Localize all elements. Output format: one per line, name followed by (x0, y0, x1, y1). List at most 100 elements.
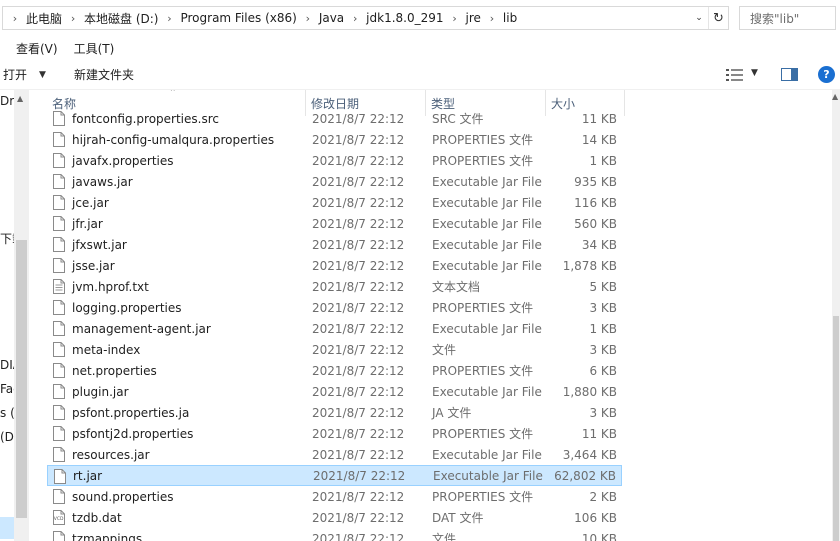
file-row[interactable]: jsse.jar 2021/8/7 22:12 Executable Jar Fil… (47, 255, 622, 276)
file-modified-date: 2021/8/7 22:12 (312, 111, 405, 126)
file-type: Executable Jar File (432, 195, 542, 210)
file-row[interactable]: plugin.jar 2021/8/7 22:12 Executable Jar F… (47, 381, 622, 402)
change-view-icon[interactable] (726, 68, 744, 82)
nav-selected-item[interactable] (0, 517, 14, 539)
file-row[interactable]: psfontj2d.properties 2021/8/7 22:12 PROPER… (47, 423, 622, 444)
file-icon (53, 426, 65, 441)
view-options-dropdown-icon[interactable]: ▼ (751, 68, 758, 78)
file-row[interactable]: tzmappings 2021/8/7 22:12 文件 10 KB (47, 528, 622, 541)
nav-tree-item-label[interactable]: Dr (0, 94, 14, 108)
file-name: tzdb.dat (72, 510, 122, 525)
file-row[interactable]: management-agent.jar 2021/8/7 22:12 Execut… (47, 318, 622, 339)
file-modified-date: 2021/8/7 22:12 (312, 132, 405, 147)
address-history-dropdown-icon[interactable]: ⌄ (690, 7, 708, 29)
file-row[interactable]: jfr.jar 2021/8/7 22:12 Executable Jar File… (47, 213, 622, 234)
file-modified-date: 2021/8/7 22:12 (312, 258, 405, 273)
file-type: 文件 (432, 343, 457, 357)
address-bar[interactable]: › 此电脑 › 本地磁盘 (D:) › Program Files (x86) › Java ›… (2, 6, 729, 30)
file-size: 62,802 KB (554, 468, 616, 483)
file-size: 1 KB (589, 153, 617, 168)
file-type: Executable Jar File (432, 384, 542, 399)
file-modified-date: 2021/8/7 22:12 (312, 300, 405, 315)
breadcrumb-item[interactable]: jre (463, 11, 484, 25)
file-modified-date: 2021/8/7 22:12 (312, 321, 405, 336)
file-icon (53, 195, 65, 210)
breadcrumb-item[interactable]: 本地磁盘 (D:) (81, 10, 161, 27)
breadcrumb-chevron-icon[interactable]: › (161, 12, 177, 25)
file-row[interactable]: resources.jar 2021/8/7 22:12 Executable Ja… (47, 444, 622, 465)
nav-tree-item-label[interactable]: Fac (0, 382, 14, 396)
breadcrumb-chevron-icon[interactable]: › (300, 12, 316, 25)
breadcrumb: › 此电脑 › 本地磁盘 (D:) › Program Files (x86) › Java ›… (3, 7, 690, 29)
file-row[interactable]: hijrah-config-umalqura.properties 2021/8/… (47, 129, 622, 150)
file-row-selected[interactable]: rt.jar 2021/8/7 22:12 Executable Jar File 6… (47, 465, 622, 486)
navigation-pane[interactable]: Dr 下载 DIA Fac s ( (D (0, 90, 14, 541)
help-icon[interactable]: ? (818, 66, 835, 83)
search-input[interactable]: 搜索"lib" (739, 6, 836, 30)
file-modified-date: 2021/8/7 22:12 (312, 153, 405, 168)
file-type: PROPERTIES 文件 (432, 301, 534, 315)
breadcrumb-chevron-icon[interactable]: › (65, 12, 81, 25)
nav-pane-scrollbar[interactable]: ▲ (14, 90, 29, 541)
file-row[interactable]: logging.properties 2021/8/7 22:12 PROPERTI… (47, 297, 622, 318)
file-row[interactable]: jce.jar 2021/8/7 22:12 Executable Jar File… (47, 192, 622, 213)
file-name: psfont.properties.ja (72, 405, 190, 420)
breadcrumb-chevron-icon[interactable]: › (7, 12, 23, 25)
file-name: fontconfig.properties.src (72, 111, 219, 126)
breadcrumb-item[interactable]: lib (500, 11, 520, 25)
nav-scroll-thumb[interactable] (16, 240, 27, 518)
open-button[interactable]: 打开 (3, 66, 27, 83)
breadcrumb-item[interactable]: 此电脑 (23, 10, 65, 27)
refresh-icon[interactable]: ↻ (708, 7, 728, 29)
file-size: 34 KB (581, 237, 617, 252)
file-name: tzmappings (72, 531, 143, 541)
nav-tree-item-label[interactable]: DIA (0, 358, 14, 372)
file-name: sound.properties (72, 489, 174, 504)
file-name: jfr.jar (72, 216, 103, 231)
file-row[interactable]: psfont.properties.ja 2021/8/7 22:12 JA 文件 3… (47, 402, 622, 423)
file-row[interactable]: VCD tzdb.dat 2021/8/7 22:12 DAT 文件 106 KB (47, 507, 622, 528)
file-type: Executable Jar File (432, 237, 542, 252)
file-list-view[interactable]: ⌃ 名称 修改日期 类型 大小 fontconfig.properties.sr… (29, 90, 832, 541)
file-list-scrollbar[interactable]: ▲ (832, 90, 840, 541)
file-modified-date: 2021/8/7 22:12 (312, 342, 405, 357)
file-row[interactable]: meta-index 2021/8/7 22:12 文件 3 KB (47, 339, 622, 360)
file-row[interactable]: jfxswt.jar 2021/8/7 22:12 Executable Jar F… (47, 234, 622, 255)
file-modified-date: 2021/8/7 22:12 (312, 363, 405, 378)
file-row[interactable]: fontconfig.properties.src 2021/8/7 22:12 S… (47, 108, 622, 129)
file-name: jce.jar (72, 195, 109, 210)
breadcrumb-item[interactable]: jdk1.8.0_291 (363, 11, 446, 25)
breadcrumb-item[interactable]: Java (316, 11, 347, 25)
file-type: Executable Jar File (432, 258, 542, 273)
menu-tools[interactable]: 工具(T) (74, 40, 115, 57)
menu-view[interactable]: 查看(V) (16, 40, 58, 57)
nav-tree-item-label[interactable]: s ( (0, 406, 14, 420)
new-folder-button[interactable]: 新建文件夹 (74, 66, 134, 83)
file-row[interactable]: javaws.jar 2021/8/7 22:12 Executable Jar F… (47, 171, 622, 192)
file-row[interactable]: jvm.hprof.txt 2021/8/7 22:12 文本文档 5 KB (47, 276, 622, 297)
breadcrumb-chevron-icon[interactable]: › (347, 12, 363, 25)
open-dropdown-icon[interactable]: ▼ (39, 70, 46, 80)
file-list-scroll-thumb[interactable] (833, 316, 839, 541)
breadcrumb-chevron-icon[interactable]: › (484, 12, 500, 25)
text-file-icon (53, 279, 65, 294)
file-size: 14 KB (581, 132, 617, 147)
file-icon (53, 363, 65, 378)
file-row[interactable]: javafx.properties 2021/8/7 22:12 PROPERTIE… (47, 150, 622, 171)
scroll-up-icon[interactable]: ▲ (832, 92, 838, 101)
breadcrumb-item[interactable]: Program Files (x86) (177, 11, 299, 25)
file-modified-date: 2021/8/7 22:12 (312, 426, 405, 441)
file-icon (53, 321, 65, 336)
file-modified-date: 2021/8/7 22:12 (312, 489, 405, 504)
breadcrumb-chevron-icon[interactable]: › (447, 12, 463, 25)
file-name: psfontj2d.properties (72, 426, 194, 441)
nav-tree-item-label[interactable]: (D (0, 430, 14, 444)
file-name: javaws.jar (72, 174, 133, 189)
preview-pane-icon[interactable] (781, 68, 798, 81)
file-row[interactable]: sound.properties 2021/8/7 22:12 PROPERTIES… (47, 486, 622, 507)
file-row[interactable]: net.properties 2021/8/7 22:12 PROPERTIES 文… (47, 360, 622, 381)
file-type: SRC 文件 (432, 112, 484, 126)
file-size: 106 KB (574, 510, 617, 525)
nav-tree-item-label[interactable]: 下载 (0, 230, 14, 247)
scroll-up-icon[interactable]: ▲ (17, 94, 23, 103)
